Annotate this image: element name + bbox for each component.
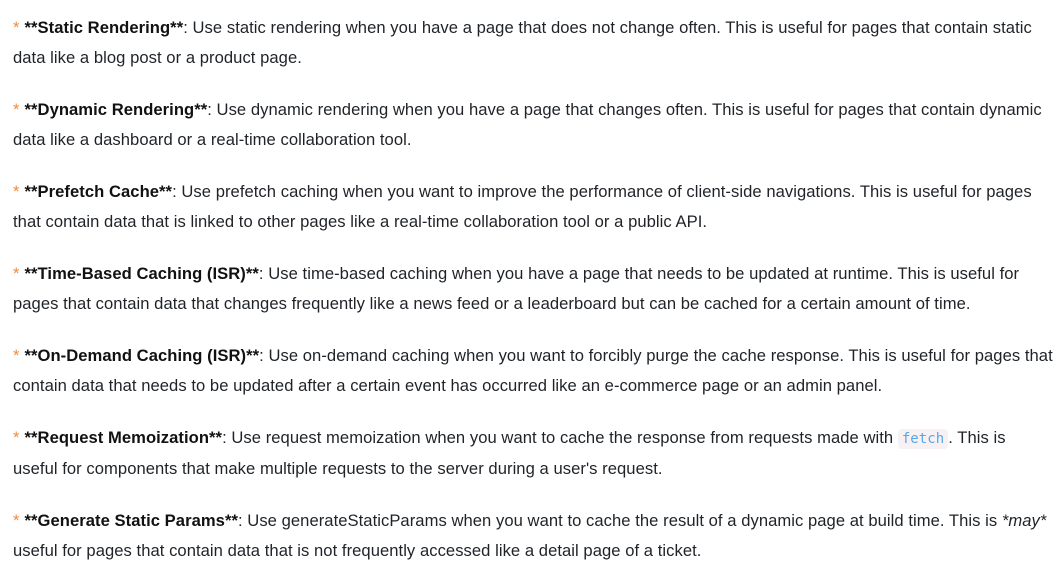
item-emphasis: *may* — [1001, 511, 1047, 530]
paragraph-generate-static-params: * **Generate Static Params**: Use generat… — [13, 506, 1053, 566]
paragraph-time-based-caching: * **Time-Based Caching (ISR)**: Use time-… — [13, 259, 1053, 319]
item-title: **Request Memoization** — [24, 428, 223, 447]
inline-code-fetch: fetch — [897, 429, 949, 449]
bullet-marker: * — [13, 182, 20, 201]
item-title: **Generate Static Params** — [24, 511, 238, 530]
paragraph-request-memoization: * **Request Memoization**: Use request me… — [13, 423, 1053, 484]
item-title: **On-Demand Caching (ISR)** — [24, 346, 260, 365]
bullet-marker: * — [13, 428, 20, 447]
paragraph-dynamic-rendering: * **Dynamic Rendering**: Use dynamic rend… — [13, 95, 1053, 155]
item-text: : Use generateStaticParams when you want… — [237, 511, 1002, 530]
bullet-marker: * — [13, 100, 20, 119]
item-title: **Dynamic Rendering** — [24, 100, 208, 119]
paragraph-static-rendering: * **Static Rendering**: Use static render… — [13, 13, 1053, 73]
item-text: useful for pages that contain data that … — [13, 541, 702, 560]
paragraph-prefetch-cache: * **Prefetch Cache**: Use prefetch cachin… — [13, 177, 1053, 237]
bullet-marker: * — [13, 511, 20, 530]
bullet-marker: * — [13, 264, 20, 283]
item-title: **Time-Based Caching (ISR)** — [24, 264, 259, 283]
item-title: **Prefetch Cache** — [24, 182, 173, 201]
item-title: **Static Rendering** — [24, 18, 184, 37]
paragraph-on-demand-caching: * **On-Demand Caching (ISR)**: Use on-dem… — [13, 341, 1053, 401]
document-body: * **Static Rendering**: Use static render… — [0, 0, 1061, 566]
bullet-marker: * — [13, 346, 20, 365]
item-text: : Use request memoization when you want … — [222, 428, 898, 447]
bullet-marker: * — [13, 18, 20, 37]
